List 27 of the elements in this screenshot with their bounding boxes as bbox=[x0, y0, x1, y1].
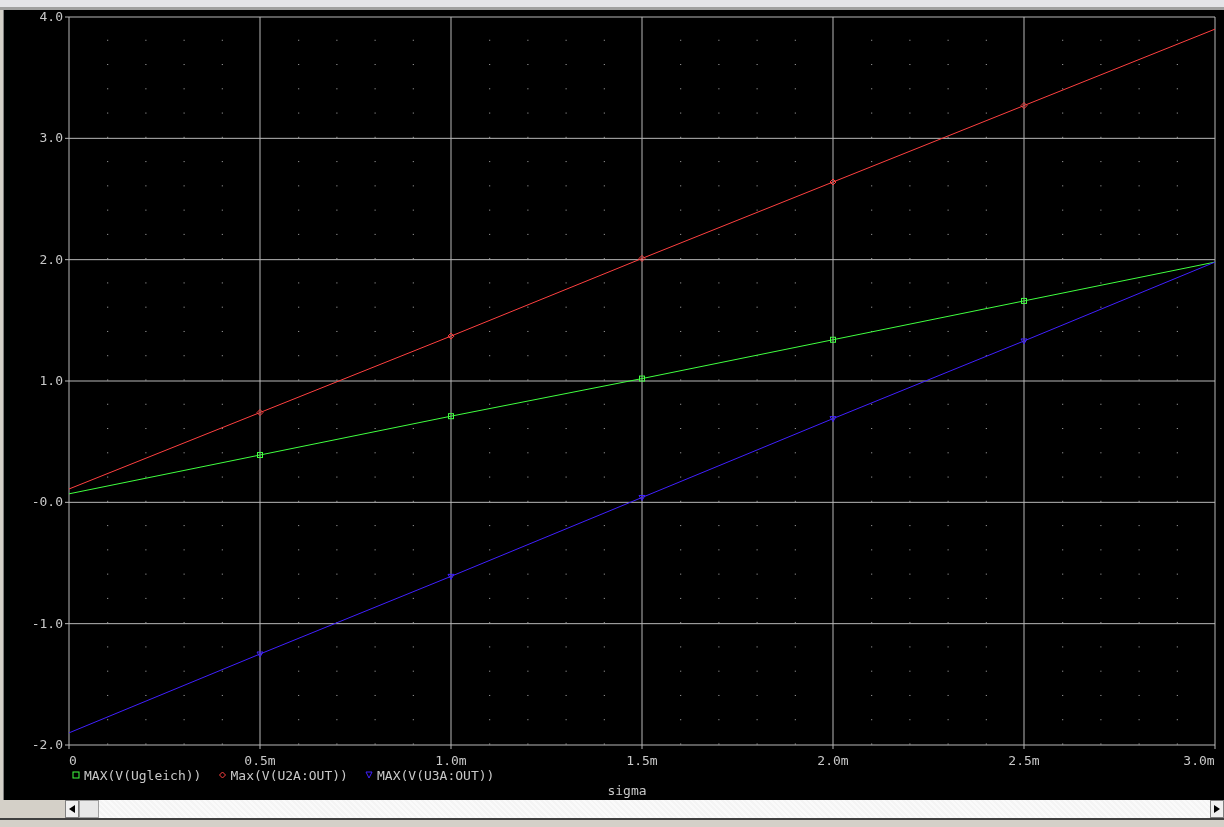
y-axis-label: 2.0 bbox=[39, 251, 63, 267]
x-axis-label: 1.5m bbox=[626, 753, 658, 768]
y-axis-label: -0.0 bbox=[31, 494, 63, 510]
x-axis-label: 0.5m bbox=[244, 753, 276, 768]
legend-label: MAX(V(Ugleich)) bbox=[84, 768, 202, 783]
x-axis-label: 1.0m bbox=[435, 753, 467, 768]
x-axis-label: 0 bbox=[69, 753, 77, 768]
y-axis-label: 3.0 bbox=[39, 130, 63, 146]
y-axis-label: -1.0 bbox=[31, 615, 63, 631]
scroll-right-button[interactable] bbox=[1210, 800, 1224, 818]
x-axis-label: 2.0m bbox=[817, 753, 849, 768]
legend-marker-icon bbox=[365, 771, 373, 779]
legend-marker-icon bbox=[72, 771, 80, 779]
legend-marker-icon bbox=[219, 771, 226, 779]
scroll-left-button[interactable] bbox=[65, 800, 79, 818]
legend-label: MAX(V(U3A:OUT)) bbox=[377, 768, 495, 783]
legend-label: Max(V(U2A:OUT)) bbox=[230, 768, 348, 783]
scrollbar-thumb[interactable] bbox=[79, 800, 99, 818]
x-axis-label: 3.0m bbox=[1183, 753, 1215, 768]
y-axis-label: 4.0 bbox=[39, 10, 63, 24]
x-axis-label: 2.5m bbox=[1008, 753, 1040, 768]
right-arrow-icon bbox=[1214, 805, 1220, 813]
left-arrow-icon bbox=[69, 805, 75, 813]
scrollbar-gap bbox=[0, 800, 65, 818]
y-axis-label: 1.0 bbox=[39, 373, 63, 388]
x-axis-title: sigma bbox=[607, 783, 647, 798]
y-axis-label: -2.0 bbox=[31, 737, 63, 752]
